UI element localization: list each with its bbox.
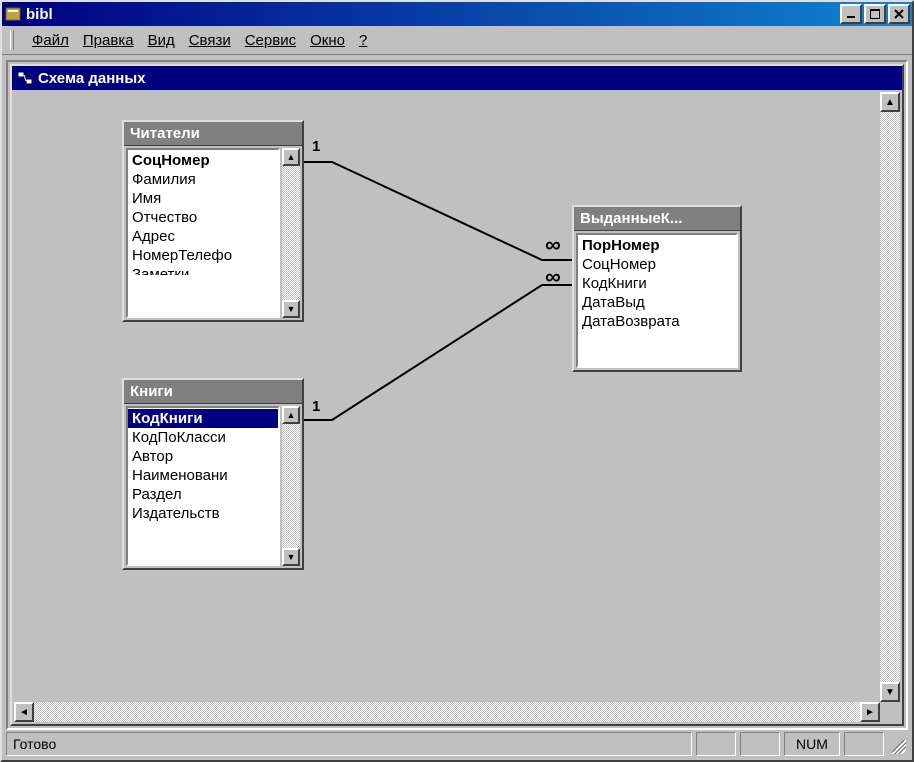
- child-title-text: Схема данных: [38, 70, 146, 87]
- titlebar[interactable]: bibl: [2, 2, 912, 26]
- field-books-razdel[interactable]: Раздел: [128, 485, 278, 504]
- app-title: bibl: [26, 6, 840, 23]
- field-loans-pornomer[interactable]: ПорНомер: [578, 236, 736, 255]
- child-horizontal-scrollbar[interactable]: ◄ ►: [14, 702, 900, 722]
- field-loans-datavyd[interactable]: ДатаВыд: [578, 293, 736, 312]
- close-button[interactable]: [888, 4, 910, 24]
- field-readers-otchestvo[interactable]: Отчество: [128, 208, 278, 227]
- table-readers-scrollbar[interactable]: ▲ ▼: [282, 148, 300, 318]
- field-books-avtor[interactable]: Автор: [128, 447, 278, 466]
- status-numlock: NUM: [784, 732, 840, 756]
- table-books-header[interactable]: Книги: [124, 380, 302, 404]
- menu-window[interactable]: Окно: [310, 32, 345, 49]
- status-pane-blank-1: [696, 732, 736, 756]
- minimize-button[interactable]: [840, 4, 862, 24]
- cardinality-books-one: 1: [312, 398, 320, 415]
- field-loans-datavozvrata[interactable]: ДатаВозврата: [578, 312, 736, 331]
- scroll-up-icon[interactable]: ▲: [282, 148, 300, 166]
- status-text: Готово: [6, 732, 692, 756]
- child-vertical-scrollbar[interactable]: ▲ ▼: [880, 92, 900, 702]
- scroll-down-icon[interactable]: ▼: [282, 548, 300, 566]
- field-readers-imya[interactable]: Имя: [128, 189, 278, 208]
- app-icon: [4, 5, 22, 23]
- scroll-track[interactable]: [34, 702, 860, 722]
- menu-help[interactable]: ?: [359, 32, 367, 49]
- table-books[interactable]: Книги КодКниги КодПоКласси Автор Наимено…: [122, 378, 304, 570]
- field-readers-nomertelefona[interactable]: НомерТелефо: [128, 246, 278, 265]
- app-window: bibl Файл Правка Вид Связи Сервис Окно ?: [0, 0, 914, 762]
- field-readers-zametki[interactable]: Заметки: [128, 265, 278, 275]
- scroll-down-icon[interactable]: ▼: [282, 300, 300, 318]
- table-readers[interactable]: Читатели СоцНомер Фамилия Имя Отчество А…: [122, 120, 304, 322]
- field-books-izdatelstvo[interactable]: Издательств: [128, 504, 278, 523]
- menu-relations[interactable]: Связи: [189, 32, 231, 49]
- scroll-track[interactable]: [282, 424, 300, 548]
- field-loans-socnomer[interactable]: СоцНомер: [578, 255, 736, 274]
- scroll-up-icon[interactable]: ▲: [282, 406, 300, 424]
- statusbar: Готово NUM: [6, 732, 908, 756]
- field-readers-adres[interactable]: Адрес: [128, 227, 278, 246]
- field-books-naimenovanie[interactable]: Наименовани: [128, 466, 278, 485]
- table-books-scrollbar[interactable]: ▲ ▼: [282, 406, 300, 566]
- menubar: Файл Правка Вид Связи Сервис Окно ?: [2, 26, 912, 55]
- table-loans-fields[interactable]: ПорНомер СоцНомер КодКниги ДатаВыд ДатаВ…: [576, 233, 738, 368]
- resize-grip[interactable]: [888, 732, 908, 756]
- scroll-right-icon[interactable]: ►: [860, 702, 880, 722]
- mdi-area: Схема данных 1 ∞ 1 ∞ Читатели: [6, 60, 908, 730]
- scroll-left-icon[interactable]: ◄: [14, 702, 34, 722]
- maximize-button[interactable]: [864, 4, 886, 24]
- scroll-down-icon[interactable]: ▼: [880, 682, 900, 702]
- status-pane-blank-2: [740, 732, 780, 756]
- scroll-up-icon[interactable]: ▲: [880, 92, 900, 112]
- cardinality-loans-many-2: ∞: [545, 270, 561, 284]
- field-readers-socnomer[interactable]: СоцНомер: [128, 151, 278, 170]
- child-titlebar[interactable]: Схема данных: [12, 66, 902, 90]
- scroll-corner: [880, 702, 900, 722]
- table-books-fields[interactable]: КодКниги КодПоКласси Автор Наименовани Р…: [126, 406, 280, 566]
- menu-view[interactable]: Вид: [148, 32, 175, 49]
- menu-edit[interactable]: Правка: [83, 32, 134, 49]
- table-loans-header[interactable]: ВыданныеК...: [574, 207, 740, 231]
- table-readers-fields[interactable]: СоцНомер Фамилия Имя Отчество Адрес Номе…: [126, 148, 280, 318]
- scroll-track[interactable]: [282, 166, 300, 300]
- scroll-track[interactable]: [880, 112, 900, 682]
- cardinality-loans-many-1: ∞: [545, 238, 561, 252]
- relationships-window[interactable]: Схема данных 1 ∞ 1 ∞ Читатели: [10, 64, 904, 726]
- status-pane-blank-3: [844, 732, 884, 756]
- table-readers-header[interactable]: Читатели: [124, 122, 302, 146]
- relationship-canvas[interactable]: 1 ∞ 1 ∞ Читатели СоцНомер Фамилия Имя От…: [12, 90, 902, 724]
- menubar-handle[interactable]: [10, 30, 14, 50]
- cardinality-readers-one: 1: [312, 138, 320, 155]
- field-books-kodknigi[interactable]: КодКниги: [128, 409, 278, 428]
- field-loans-kodknigi[interactable]: КодКниги: [578, 274, 736, 293]
- relationships-icon: [16, 69, 34, 87]
- table-loans[interactable]: ВыданныеК... ПорНомер СоцНомер КодКниги …: [572, 205, 742, 372]
- menu-tools[interactable]: Сервис: [245, 32, 296, 49]
- field-books-kodpoklassi[interactable]: КодПоКласси: [128, 428, 278, 447]
- menu-file[interactable]: Файл: [32, 32, 69, 49]
- field-readers-familia[interactable]: Фамилия: [128, 170, 278, 189]
